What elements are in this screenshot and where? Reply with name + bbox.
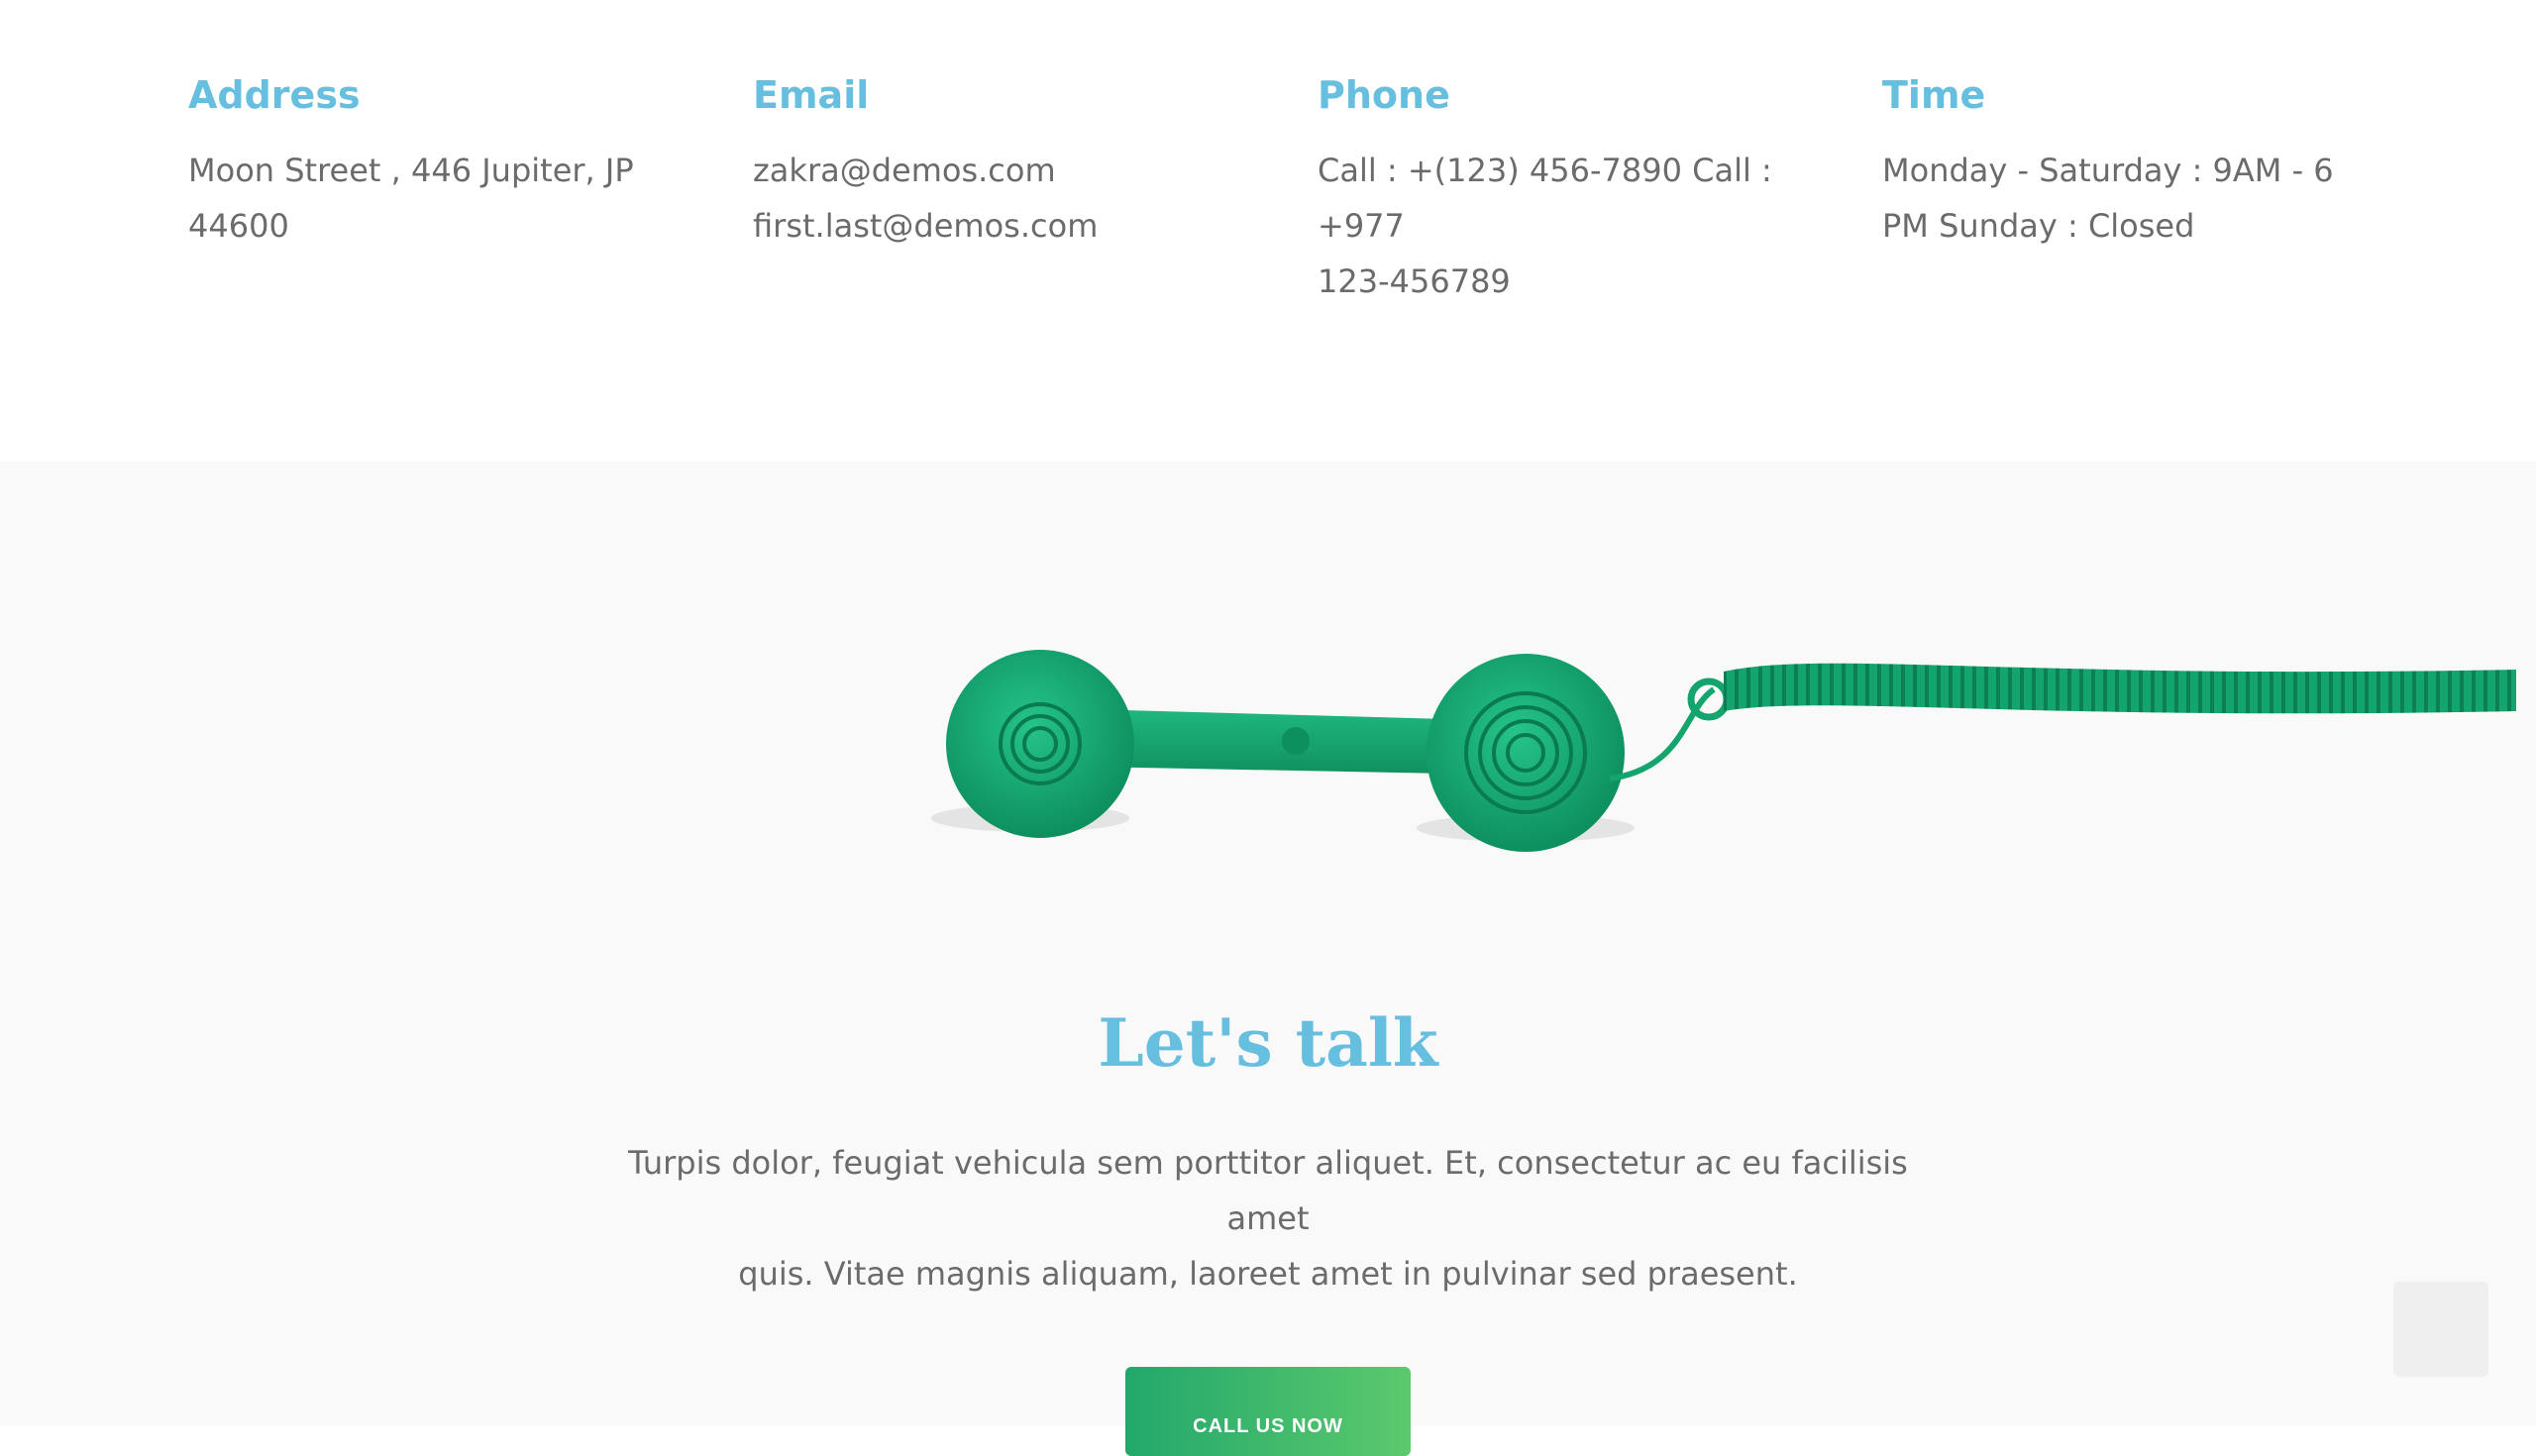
email-text: zakra@demos.com first.last@demos.com — [753, 143, 1268, 254]
time-heading: Time — [1882, 73, 1986, 117]
scroll-top-button[interactable] — [2393, 1282, 2488, 1377]
contact-info-section: Address Moon Street , 446 Jupiter, JP 44… — [0, 0, 2536, 462]
phone-block: Phone Call : +(123) 456-7890 Call : +977… — [1318, 65, 1833, 309]
phone-text: Call : +(123) 456-7890 Call : +977 123-4… — [1318, 143, 1833, 309]
phone-heading: Phone — [1318, 73, 1450, 117]
email-block: Email zakra@demos.com first.last@demos.c… — [753, 65, 1268, 254]
email-link[interactable]: first.last@demos.com — [753, 198, 1268, 254]
call-us-now-button[interactable]: CALL US NOW — [1125, 1367, 1411, 1456]
description-line: Turpis dolor, feugiat vehicula sem portt… — [628, 1144, 1908, 1237]
email-heading: Email — [753, 73, 870, 117]
phone-line: 123-456789 — [1318, 262, 1511, 300]
address-heading: Address — [188, 73, 361, 117]
address-line: Moon Street , 446 Jupiter, JP — [188, 152, 634, 189]
email-link[interactable]: zakra@demos.com — [753, 143, 1268, 198]
address-block: Address Moon Street , 446 Jupiter, JP 44… — [188, 65, 703, 254]
telephone-handset-image — [931, 650, 2516, 852]
lets-talk-description: Turpis dolor, feugiat vehicula sem portt… — [614, 1135, 1922, 1301]
time-block: Time Monday - Saturday : 9AM - 6 PM Sund… — [1882, 65, 2397, 254]
time-line: PM Sunday : Closed — [1882, 207, 2195, 245]
time-text: Monday - Saturday : 9AM - 6 PM Sunday : … — [1882, 143, 2397, 254]
description-line: quis. Vitae magnis aliquam, laoreet amet… — [738, 1255, 1798, 1293]
lets-talk-section: Let's talk Turpis dolor, feugiat vehicul… — [0, 462, 2536, 1456]
address-line: 44600 — [188, 207, 289, 245]
phone-line: Call : +(123) 456-7890 Call : +977 — [1318, 152, 1772, 245]
lets-talk-title: Let's talk — [1098, 1004, 1438, 1082]
address-text: Moon Street , 446 Jupiter, JP 44600 — [188, 143, 703, 254]
time-line: Monday - Saturday : 9AM - 6 — [1882, 152, 2334, 189]
